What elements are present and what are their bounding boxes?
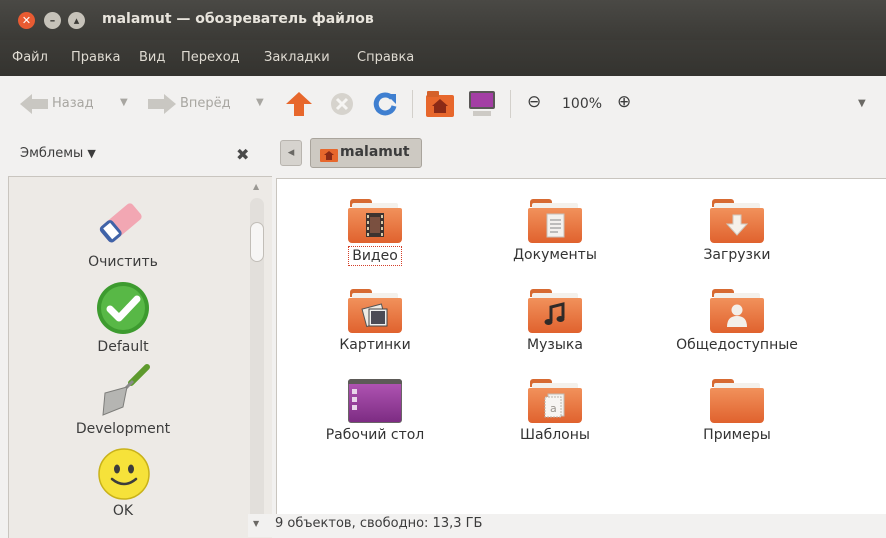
- file-item-examples[interactable]: Примеры: [647, 379, 827, 444]
- reload-icon[interactable]: [372, 92, 398, 118]
- minimize-icon[interactable]: –: [44, 12, 61, 29]
- sidebar-selector[interactable]: Эмблемы ▼: [20, 146, 96, 161]
- maximize-icon[interactable]: ▴: [68, 12, 85, 29]
- download-icon: [725, 214, 749, 236]
- folder-icon: [348, 289, 402, 333]
- menu-bar: Файл Правка Вид Переход Закладки Справка: [0, 40, 886, 76]
- folder-icon: [710, 289, 764, 333]
- file-item-desktop[interactable]: Рабочий стол: [285, 379, 465, 444]
- status-bar: ▼ 9 объектов, свободно: 13,3 ГБ: [248, 514, 886, 537]
- scroll-up-arrow-icon[interactable]: ▲: [253, 182, 259, 191]
- toolbar-separator: [412, 90, 413, 118]
- folder-icon: [710, 199, 764, 243]
- emblem-label: Очистить: [88, 254, 158, 270]
- toolbar-separator: [510, 90, 511, 118]
- emblem-label: OK: [112, 503, 134, 519]
- zoom-in-icon[interactable]: ⊕: [617, 92, 631, 112]
- template-icon: a: [544, 393, 565, 418]
- forward-button[interactable]: Вперёд: [148, 90, 248, 116]
- file-view: Видео Документы Загрузки Картинки Музыка…: [276, 178, 886, 515]
- checkmark-icon: [97, 282, 149, 334]
- status-text: 9 объектов, свободно: 13,3 ГБ: [275, 516, 483, 531]
- menu-help[interactable]: Справка: [357, 50, 414, 65]
- desktop-folder-icon: [348, 379, 402, 423]
- smiley-icon: [98, 448, 150, 500]
- file-name: Рабочий стол: [325, 427, 425, 443]
- title-bar: ✕ – ▴ malamut — обозреватель файлов: [0, 0, 886, 40]
- file-item-pictures[interactable]: Картинки: [285, 289, 465, 354]
- file-item-public[interactable]: Общедоступные: [647, 289, 827, 354]
- stop-icon[interactable]: [330, 92, 354, 116]
- file-name: Музыка: [527, 337, 583, 353]
- close-icon[interactable]: ✕: [18, 12, 35, 29]
- folder-icon: a: [528, 379, 582, 423]
- folder-icon: [710, 379, 764, 423]
- sidebar-header: Эмблемы: [20, 146, 84, 161]
- window-title: malamut — обозреватель файлов: [102, 11, 374, 27]
- forward-history-arrow-icon[interactable]: ▼: [256, 97, 264, 108]
- menu-bookmarks[interactable]: Закладки: [264, 50, 330, 65]
- file-name: Общедоступные: [676, 337, 798, 353]
- menu-file[interactable]: Файл: [12, 50, 48, 65]
- file-name: Картинки: [339, 337, 411, 353]
- folder-icon: [528, 199, 582, 243]
- path-current-label: malamut: [340, 144, 410, 160]
- back-label: Назад: [52, 96, 94, 111]
- up-arrow-icon[interactable]: [286, 92, 312, 116]
- file-item-video[interactable]: Видео: [285, 199, 465, 266]
- svg-text:a: a: [550, 402, 557, 415]
- toolbar: Назад ▼ Вперёд ▼ ⊖ 100% ⊕ ▼: [0, 76, 886, 130]
- file-name: Видео: [348, 246, 402, 266]
- emblem-label: Default: [97, 339, 149, 355]
- sidebar-close-icon[interactable]: ✖: [236, 145, 249, 164]
- path-back-arrow-icon: ◂: [287, 145, 295, 160]
- emblem-label: Development: [75, 421, 171, 437]
- home-folder-icon: [320, 149, 338, 162]
- scroll-thumb[interactable]: [250, 222, 264, 262]
- toolbar-overflow-icon[interactable]: ▼: [858, 98, 866, 109]
- menu-view[interactable]: Вид: [139, 50, 165, 65]
- file-name: Загрузки: [703, 247, 771, 263]
- file-item-music[interactable]: Музыка: [465, 289, 645, 354]
- forward-label: Вперёд: [180, 96, 231, 111]
- trowel-icon: [102, 364, 150, 416]
- forward-arrow-icon: [148, 94, 176, 114]
- file-name: Примеры: [703, 427, 771, 443]
- pictures-icon: [361, 303, 388, 328]
- menu-go[interactable]: Переход: [181, 50, 240, 65]
- scroll-track[interactable]: [250, 198, 264, 533]
- zoom-level: 100%: [562, 96, 603, 112]
- folder-icon: [348, 199, 402, 243]
- computer-icon[interactable]: [468, 90, 496, 118]
- emblem-item-default[interactable]: Default: [9, 281, 249, 361]
- path-bar-area: Эмблемы ▼ ✖ ◂ malamut: [0, 130, 886, 175]
- chevron-down-icon: ▼: [87, 147, 96, 160]
- file-name: Шаблоны: [520, 427, 590, 443]
- file-item-documents[interactable]: Документы: [465, 199, 645, 264]
- zoom-out-icon[interactable]: ⊖: [527, 92, 541, 112]
- emblem-item-ok[interactable]: OK: [9, 445, 249, 535]
- scroll-down-arrow-icon[interactable]: ▼: [253, 519, 259, 528]
- emblem-item-clear[interactable]: Очистить: [9, 195, 249, 275]
- path-back-button[interactable]: ◂: [280, 140, 302, 166]
- film-icon: [366, 213, 384, 237]
- desktop-icon: [352, 389, 357, 417]
- music-icon: [544, 302, 565, 325]
- back-button[interactable]: Назад: [20, 90, 110, 116]
- menu-edit[interactable]: Правка: [71, 50, 120, 65]
- folder-icon: [528, 289, 582, 333]
- path-button-malamut[interactable]: malamut: [310, 138, 422, 168]
- document-icon: [546, 213, 565, 238]
- file-item-downloads[interactable]: Загрузки: [647, 199, 827, 264]
- eraser-icon: [99, 203, 142, 243]
- emblems-sidebar: Очистить Default Development OK: [8, 176, 272, 538]
- file-item-templates[interactable]: a Шаблоны: [465, 379, 645, 444]
- back-history-arrow-icon[interactable]: ▼: [120, 97, 128, 108]
- sidebar-scrollbar[interactable]: ▲: [248, 180, 268, 537]
- emblem-item-development[interactable]: Development: [9, 363, 249, 443]
- back-arrow-icon: [20, 94, 48, 114]
- person-icon: [727, 304, 747, 327]
- home-folder-icon[interactable]: [426, 91, 454, 117]
- file-name: Документы: [513, 247, 597, 263]
